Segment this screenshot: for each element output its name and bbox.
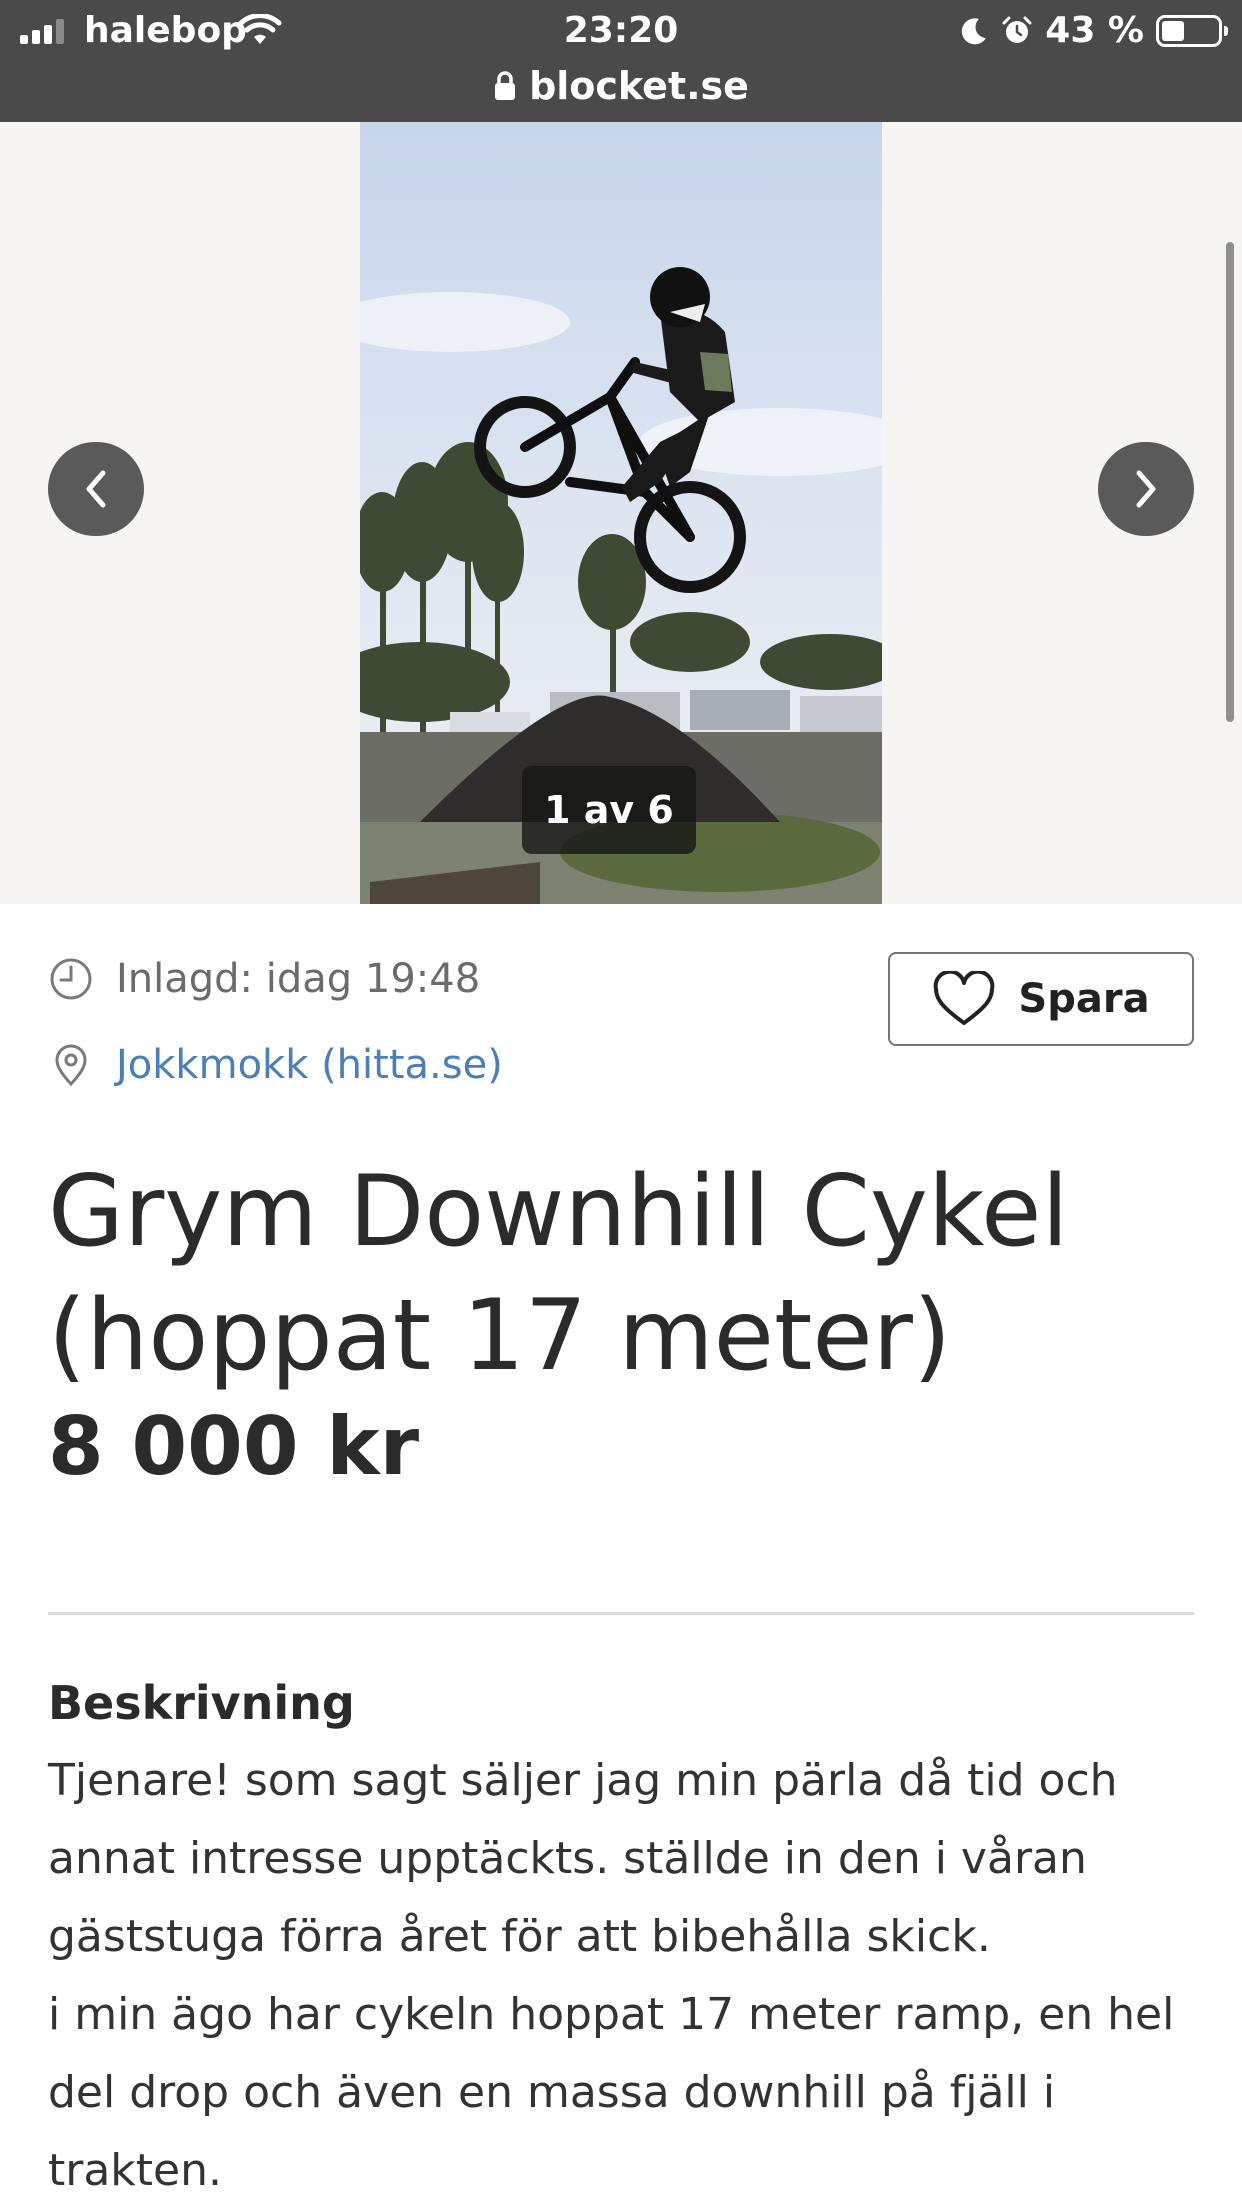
- location-row[interactable]: Jokkmokk (hitta.se): [48, 1042, 503, 1088]
- clock-icon: [50, 958, 92, 1000]
- battery-icon: [1156, 14, 1228, 47]
- save-button[interactable]: Spara: [888, 952, 1194, 1046]
- image-counter: 1 av 6: [522, 766, 696, 854]
- location-link[interactable]: Jokkmokk (hitta.se): [116, 1042, 503, 1088]
- chevron-right-icon: [1136, 470, 1156, 508]
- listing-title: Grym Downhill Cykel (hoppat 17 meter): [48, 1155, 1069, 1393]
- status-right: 43 %: [959, 10, 1228, 51]
- status-bar: halebop 23:20 43 %: [0, 0, 1242, 62]
- description-paragraph: i min ägo har cykeln hoppat 17 meter ram…: [48, 1989, 1175, 2196]
- address-bar[interactable]: blocket.se: [0, 58, 1242, 114]
- posted-date: Inlagd: idag 19:48: [116, 956, 481, 1002]
- description-heading: Beskrivning: [48, 1676, 355, 1730]
- save-label: Spara: [1018, 976, 1150, 1022]
- listing-price: 8 000 kr: [48, 1400, 420, 1493]
- description-body: Tjenare! som sagt säljer jag min pärla d…: [48, 1742, 1198, 2208]
- gallery-next-button[interactable]: [1098, 442, 1194, 536]
- lock-icon: [495, 71, 516, 100]
- section-divider: [48, 1612, 1194, 1615]
- description-paragraph: Tjenare! som sagt säljer jag min pärla d…: [48, 1755, 1118, 1962]
- url-text[interactable]: blocket.se: [529, 64, 749, 108]
- chevron-left-icon: [86, 470, 106, 508]
- location-pin-icon: [55, 1044, 87, 1087]
- alarm-icon: [1002, 16, 1032, 43]
- browser-top-bar: halebop 23:20 43 % blocket.se: [0, 0, 1242, 122]
- image-gallery: 1 av 6: [0, 122, 1242, 904]
- posted-date-row: Inlagd: idag 19:48: [48, 956, 480, 1002]
- gallery-prev-button[interactable]: [48, 442, 144, 536]
- page-scrollbar[interactable]: [1226, 242, 1234, 722]
- heart-icon: [934, 971, 995, 1025]
- battery-percent: 43 %: [1045, 10, 1144, 51]
- moon-icon: [962, 17, 987, 44]
